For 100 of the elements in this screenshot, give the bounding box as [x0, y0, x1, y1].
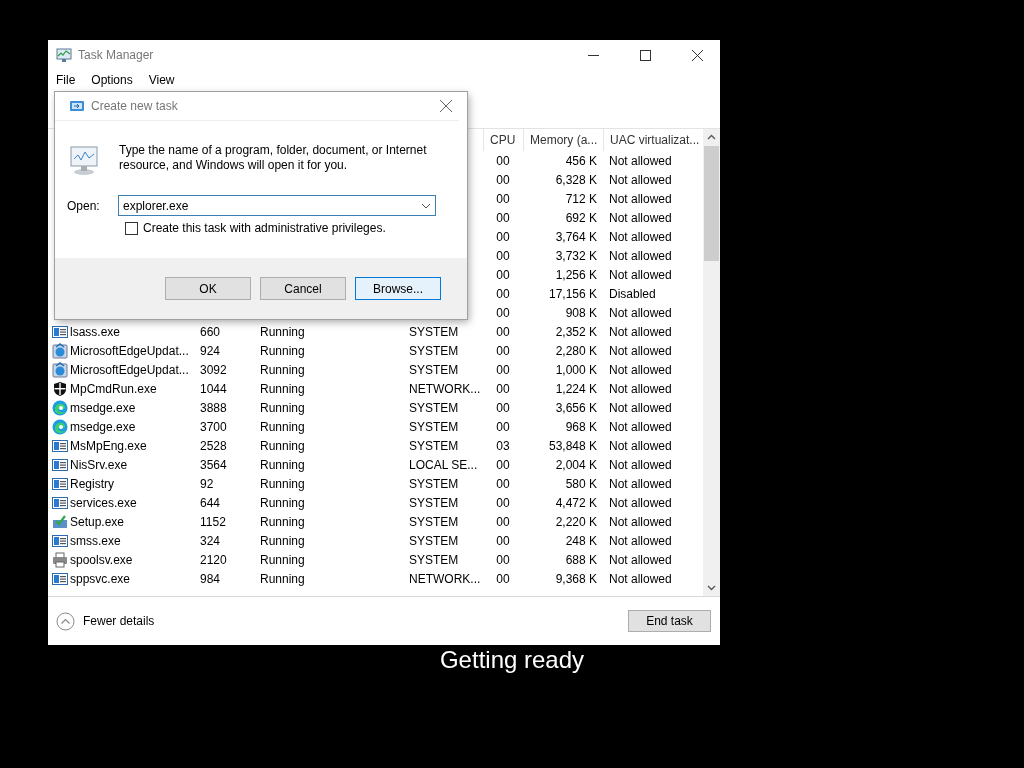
cpu-cell: 00: [496, 305, 510, 320]
window-title: Task Manager: [78, 48, 155, 62]
uac-cell: Not allowed: [609, 419, 672, 434]
uac-cell: Disabled: [609, 286, 656, 301]
column-header[interactable]: CPU: [490, 133, 516, 147]
close-icon[interactable]: [691, 49, 703, 61]
shield-icon: [52, 380, 68, 397]
cpu-cell: 00: [496, 191, 510, 206]
memory-cell: 1,000 K: [555, 362, 597, 377]
memory-cell: 3,764 K: [555, 229, 597, 244]
pid-cell: 1152: [200, 514, 226, 529]
memory-cell: 3,732 K: [555, 248, 597, 263]
cpu-cell: 00: [496, 248, 510, 263]
uac-cell: Not allowed: [609, 400, 672, 415]
cpu-cell: 03: [496, 438, 510, 453]
scroll-up-icon[interactable]: [707, 133, 716, 142]
dialog-button[interactable]: OK: [165, 277, 251, 300]
uac-cell: Not allowed: [609, 495, 672, 510]
uac-cell: Not allowed: [609, 533, 672, 548]
cpu-cell: 00: [496, 343, 510, 358]
uac-cell: Not allowed: [609, 571, 672, 586]
process-name: Registry: [70, 476, 114, 491]
memory-cell: 2,220 K: [555, 514, 597, 529]
process-name: NisSrv.exe: [70, 457, 128, 472]
maximize-icon[interactable]: [639, 49, 651, 61]
status-cell: Running: [260, 533, 305, 548]
dialog-button[interactable]: Browse...: [355, 277, 441, 300]
memory-cell: 9,368 K: [555, 571, 597, 586]
user-cell: SYSTEM: [409, 552, 459, 567]
cpu-cell: 00: [496, 419, 510, 434]
uac-cell: Not allowed: [609, 191, 672, 206]
process-name: lsass.exe: [70, 324, 121, 339]
memory-cell: 4,472 K: [555, 495, 597, 510]
uac-cell: Not allowed: [609, 153, 672, 168]
uac-cell: Not allowed: [609, 343, 672, 358]
status-cell: Running: [260, 495, 305, 510]
process-name: MicrosoftEdgeUpdat...: [70, 343, 189, 358]
cpu-cell: 00: [496, 571, 510, 586]
status-cell: Running: [260, 419, 305, 434]
admin-checkbox[interactable]: [125, 221, 138, 235]
process-name: msedge.exe: [70, 419, 136, 434]
user-cell: SYSTEM: [409, 400, 459, 415]
process-name: MpCmdRun.exe: [70, 381, 157, 396]
checkbox-label: Create this task with administrative privileges.: [143, 221, 386, 235]
monitor-icon: [56, 47, 72, 63]
memory-cell: 2,352 K: [555, 324, 597, 339]
user-cell: SYSTEM: [409, 362, 459, 377]
user-cell: SYSTEM: [409, 495, 459, 510]
uac-cell: Not allowed: [609, 476, 672, 491]
window-icon: [52, 323, 68, 340]
status-message: Getting ready: [439, 646, 585, 674]
fewer-details-button[interactable]: Fewer details: [56, 611, 155, 631]
open-label: Open:: [67, 198, 101, 213]
pid-cell: 92: [200, 476, 214, 491]
close-icon[interactable]: [439, 99, 453, 113]
cpu-cell: 00: [496, 362, 510, 377]
cpu-cell: 00: [496, 476, 510, 491]
cpu-cell: 00: [496, 229, 510, 244]
cpu-cell: 00: [496, 324, 510, 339]
memory-cell: 688 K: [565, 552, 597, 567]
uac-cell: Not allowed: [609, 324, 672, 339]
updater-icon: [52, 342, 68, 359]
menu-item[interactable]: File: [55, 73, 77, 87]
pid-cell: 3700: [200, 419, 227, 434]
uac-cell: Not allowed: [609, 514, 672, 529]
column-header[interactable]: UAC virtualizat...: [610, 133, 700, 147]
pid-cell: 924: [200, 343, 221, 358]
dialog-button[interactable]: Cancel: [260, 277, 346, 300]
user-cell: SYSTEM: [409, 419, 459, 434]
status-cell: Running: [260, 324, 305, 339]
end-task-button[interactable]: End task: [628, 610, 711, 632]
memory-cell: 712 K: [565, 191, 597, 206]
run-icon: [69, 98, 85, 114]
cpu-cell: 00: [496, 267, 510, 282]
chevron-up-icon[interactable]: [56, 611, 75, 631]
pid-cell: 660: [200, 324, 221, 339]
user-cell: NETWORK...: [409, 571, 481, 586]
memory-cell: 6,328 K: [555, 172, 597, 187]
process-name: services.exe: [70, 495, 137, 510]
status-cell: Running: [260, 457, 305, 472]
memory-cell: 1,224 K: [555, 381, 597, 396]
memory-cell: 248 K: [565, 533, 597, 548]
printer-icon: [52, 551, 68, 568]
pid-cell: 1044: [200, 381, 227, 396]
pid-cell: 984: [200, 571, 221, 586]
memory-cell: 3,656 K: [555, 400, 597, 415]
menu-item[interactable]: View: [147, 73, 176, 87]
column-header[interactable]: Memory (a...: [530, 133, 598, 147]
scroll-down-icon[interactable]: [707, 583, 716, 592]
open-combo-box[interactable]: explorer.exe: [118, 195, 436, 216]
status-cell: Running: [260, 476, 305, 491]
browser-icon: [52, 399, 68, 416]
cpu-cell: 00: [496, 172, 510, 187]
status-cell: Running: [260, 514, 305, 529]
cpu-cell: 00: [496, 552, 510, 567]
cpu-cell: 00: [496, 286, 510, 301]
menu-item[interactable]: Options: [90, 73, 134, 87]
scrollbar-thumb[interactable]: [704, 146, 719, 261]
caret-icon[interactable]: [421, 203, 431, 209]
memory-cell: 2,280 K: [555, 343, 597, 358]
